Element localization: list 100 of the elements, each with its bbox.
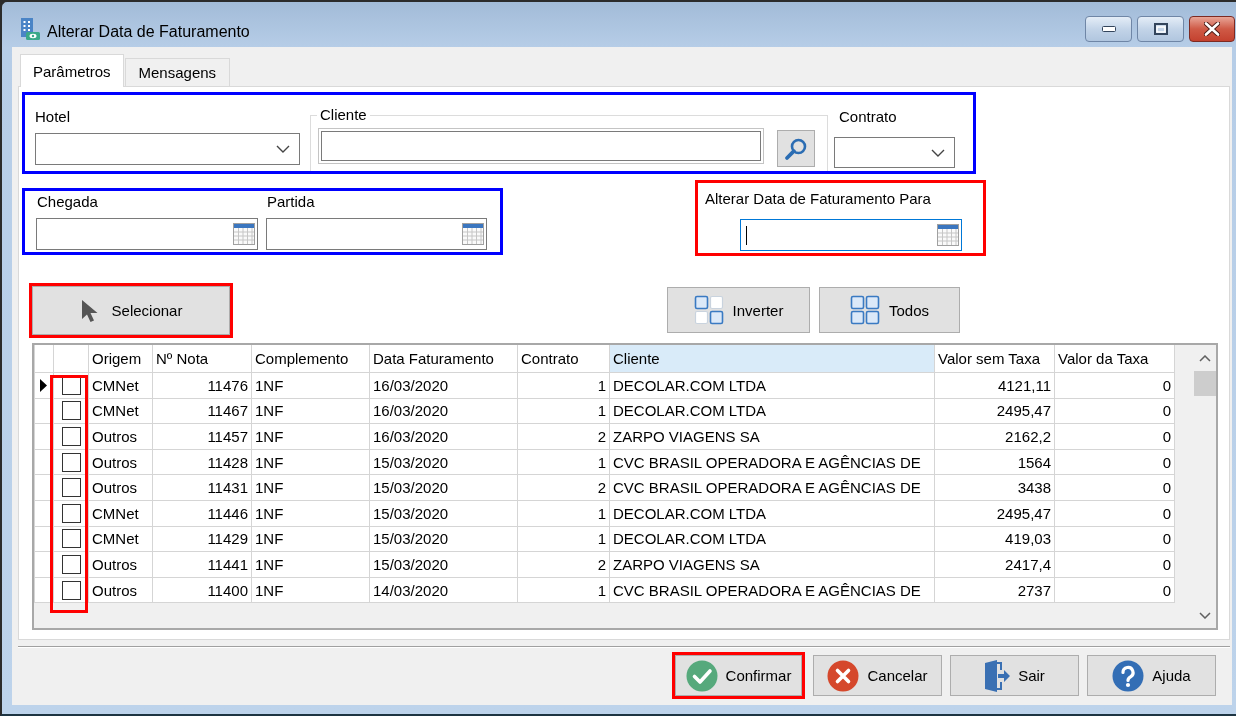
table-cell: 1NF (251, 474, 370, 501)
table-cell: 2417,4 (934, 551, 1055, 578)
chevron-up-icon[interactable] (1199, 354, 1211, 362)
table-cell: 1 (517, 449, 610, 475)
search-icon (784, 136, 808, 161)
date-field[interactable] (36, 218, 258, 250)
check-circle-icon (685, 659, 718, 692)
table-cell: 11476 (152, 372, 252, 399)
checkbox[interactable] (61, 503, 81, 523)
checkbox[interactable] (61, 554, 81, 574)
table-cell: 0 (1054, 398, 1175, 424)
table-cell: 0 (1054, 577, 1175, 603)
table-cell: 0 (1054, 551, 1175, 578)
select-all-button[interactable]: Todos (819, 287, 960, 333)
scrollbar-thumb[interactable] (1194, 371, 1216, 396)
invert-button[interactable]: Inverter (667, 287, 810, 333)
contrato-dropdown[interactable] (834, 137, 955, 168)
table-cell: 15/03/2020 (369, 500, 518, 527)
close-button[interactable] (1189, 16, 1235, 42)
chevron-down-icon[interactable] (1199, 611, 1211, 619)
checkbox[interactable] (61, 580, 81, 600)
window-title: Alterar Data de Faturamento (47, 22, 250, 42)
table-cell: DECOLAR.COM LTDA (609, 500, 935, 527)
table-cell: 1NF (251, 398, 370, 424)
help-button[interactable]: Ajuda (1087, 655, 1216, 696)
table-cell: ZARPO VIAGENS SA (609, 423, 935, 450)
table-cell: 1 (517, 500, 610, 527)
table-cell: 15/03/2020 (369, 526, 518, 552)
maximize-icon (1153, 23, 1168, 35)
table-cell: 1 (517, 372, 610, 399)
checkbox[interactable] (61, 452, 81, 472)
table-cell: 16/03/2020 (369, 372, 518, 399)
column-header[interactable]: Complemento (251, 345, 370, 373)
table-cell: DECOLAR.COM LTDA (609, 398, 935, 424)
date-field[interactable] (266, 218, 487, 250)
table-cell: 14/03/2020 (369, 577, 518, 603)
table-cell: DECOLAR.COM LTDA (609, 526, 935, 552)
cliente-field[interactable] (318, 128, 764, 164)
cursor-arrow-icon (79, 298, 100, 323)
field-label: Hotel (35, 108, 72, 126)
column-header[interactable]: Contrato (517, 345, 610, 373)
tab[interactable]: Parâmetros (20, 54, 124, 87)
column-header[interactable]: Data Faturamento (369, 345, 518, 373)
table-cell: 2495,47 (934, 500, 1055, 527)
table-cell: 16/03/2020 (369, 423, 518, 450)
table-cell: 11467 (152, 398, 252, 424)
table-cell: 1NF (251, 577, 370, 603)
calendar-icon[interactable] (233, 223, 255, 245)
field-label: Alterar Data de Faturamento Para (705, 190, 932, 208)
column-header[interactable]: Valor da Taxa (1054, 345, 1175, 373)
table-cell: 0 (1054, 372, 1175, 399)
chevron-down-icon (931, 148, 945, 157)
tab[interactable]: Mensagens (124, 58, 231, 86)
table-cell: 0 (1054, 526, 1175, 552)
table-cell: 11441 (152, 551, 252, 578)
table-cell: 1NF (251, 423, 370, 450)
table-cell: 2 (517, 474, 610, 501)
checkbox[interactable] (61, 427, 81, 446)
confirm-button[interactable]: Confirmar (675, 655, 802, 696)
column-header[interactable]: Nº Nota (152, 345, 252, 373)
table-cell: 0 (1054, 449, 1175, 475)
date-field[interactable] (740, 219, 962, 251)
minimize-button[interactable] (1085, 16, 1132, 42)
table-cell: 11431 (152, 474, 252, 501)
table-cell: 3438 (934, 474, 1055, 501)
maximize-button[interactable] (1137, 16, 1184, 42)
table-cell: 4121,11 (934, 372, 1055, 399)
table-cell: CVC BRASIL OPERADORA E AGÊNCIAS DE (609, 577, 935, 603)
select-button[interactable]: Selecionar (32, 286, 230, 335)
group-label: Cliente (319, 106, 368, 124)
x-circle-icon (827, 659, 860, 692)
squares-icon (693, 295, 724, 325)
checkbox[interactable] (61, 478, 81, 498)
cancel-button[interactable]: Cancelar (813, 655, 942, 696)
table-cell: DECOLAR.COM LTDA (609, 372, 935, 399)
table-cell: 16/03/2020 (369, 398, 518, 424)
hotel-dropdown[interactable] (35, 133, 300, 165)
exit-button[interactable]: Sair (950, 655, 1079, 696)
table-cell: 1NF (251, 372, 370, 399)
minimize-icon (1101, 26, 1116, 32)
table-cell: 1564 (934, 449, 1055, 475)
calendar-icon[interactable] (462, 223, 484, 245)
column-header[interactable]: Cliente (609, 345, 935, 373)
table-cell: 0 (1054, 423, 1175, 450)
column-header[interactable]: Valor sem Taxa (934, 345, 1055, 373)
table-cell: 1 (517, 526, 610, 552)
search-button[interactable] (777, 130, 815, 167)
table-cell: 11429 (152, 526, 252, 552)
table-cell: 0 (1054, 500, 1175, 527)
help-icon (1112, 659, 1145, 692)
checkbox[interactable] (61, 529, 81, 549)
building-icon (20, 18, 40, 40)
table-cell: 11446 (152, 500, 252, 527)
close-icon (1204, 22, 1220, 36)
calendar-icon[interactable] (937, 224, 959, 246)
checkbox[interactable] (61, 401, 81, 421)
table-cell: CVC BRASIL OPERADORA E AGÊNCIAS DE (609, 449, 935, 475)
column-header[interactable]: Origem (88, 345, 153, 373)
text-cursor-icon (746, 225, 747, 245)
table-cell: 11400 (152, 577, 252, 603)
